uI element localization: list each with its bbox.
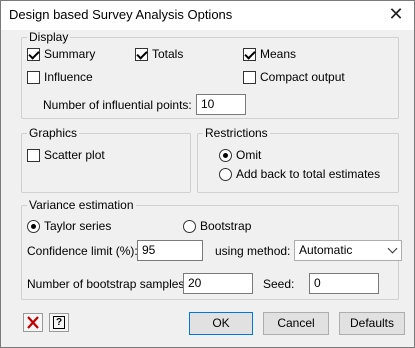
seed-input[interactable]: 0: [309, 273, 379, 294]
influence-checkbox[interactable]: Influence: [27, 70, 93, 84]
add-back-radio-circle[interactable]: [219, 167, 232, 181]
scatter-plot-checkbox[interactable]: Scatter plot: [27, 148, 105, 162]
confidence-limit-input[interactable]: 95: [137, 240, 203, 261]
bootstrap-samples-input[interactable]: 20: [183, 273, 253, 294]
compact-output-label: Compact output: [260, 70, 345, 84]
help-glyph: ?: [55, 317, 63, 328]
omit-radio[interactable]: Omit: [219, 148, 261, 162]
help-button[interactable]: ?: [49, 313, 69, 332]
title-bar: Design based Survey Analysis Options ✕: [1, 1, 414, 30]
graphics-group: [21, 133, 191, 193]
restrictions-group: [197, 133, 399, 193]
seed-label: Seed:: [263, 277, 295, 291]
totals-label: Totals: [152, 47, 184, 61]
bootstrap-samples-label: Number of bootstrap samples:: [27, 277, 188, 291]
chevron-down-icon: [387, 243, 398, 254]
taylor-series-radio-circle[interactable]: [27, 219, 40, 233]
defaults-button[interactable]: Defaults: [339, 312, 405, 335]
help-question-icon: ?: [53, 316, 65, 329]
method-select-value: Automatic: [299, 243, 353, 257]
variance-group-label: Variance estimation: [27, 198, 136, 212]
confidence-limit-label: Confidence limit (%):: [27, 244, 138, 258]
ok-button[interactable]: OK: [189, 312, 253, 335]
red-x-icon: [27, 316, 39, 329]
totals-checkbox-box[interactable]: [135, 47, 148, 61]
using-method-label: using method:: [215, 244, 291, 258]
taylor-series-label: Taylor series: [44, 219, 112, 233]
influence-label: Influence: [44, 70, 93, 84]
compact-output-checkbox-box[interactable]: [243, 70, 256, 84]
means-checkbox-box[interactable]: [243, 47, 256, 61]
means-checkbox[interactable]: Means: [243, 47, 296, 61]
summary-checkbox[interactable]: Summary: [27, 47, 95, 61]
bootstrap-radio-circle[interactable]: [183, 219, 196, 233]
bootstrap-radio[interactable]: Bootstrap: [183, 219, 251, 233]
summary-checkbox-box[interactable]: [27, 47, 40, 61]
close-icon[interactable]: ✕: [384, 3, 408, 27]
bootstrap-label: Bootstrap: [200, 219, 252, 233]
add-back-label: Add back to total estimates: [236, 167, 381, 181]
influential-points-input[interactable]: 10: [196, 94, 246, 115]
influential-points-label: Number of influential points:: [43, 98, 192, 112]
totals-checkbox[interactable]: Totals: [135, 47, 183, 61]
display-group-label: Display: [27, 30, 71, 44]
scatter-plot-label: Scatter plot: [44, 148, 105, 162]
method-select[interactable]: Automatic: [294, 240, 402, 261]
summary-label: Summary: [44, 47, 96, 61]
restrictions-group-label: Restrictions: [203, 126, 270, 140]
graphics-group-label: Graphics: [27, 126, 80, 140]
taylor-series-radio[interactable]: Taylor series: [27, 219, 111, 233]
cancel-button[interactable]: Cancel: [263, 312, 329, 335]
add-back-radio[interactable]: Add back to total estimates: [219, 167, 380, 181]
dialog-window: Design based Survey Analysis Options ✕ D…: [0, 0, 415, 348]
influence-checkbox-box[interactable]: [27, 70, 40, 84]
clear-button[interactable]: [23, 313, 43, 332]
compact-output-checkbox[interactable]: Compact output: [243, 70, 345, 84]
omit-radio-circle[interactable]: [219, 148, 232, 162]
scatter-plot-checkbox-box[interactable]: [27, 148, 40, 162]
omit-label: Omit: [236, 148, 262, 162]
means-label: Means: [260, 47, 297, 61]
window-title: Design based Survey Analysis Options: [9, 7, 233, 22]
